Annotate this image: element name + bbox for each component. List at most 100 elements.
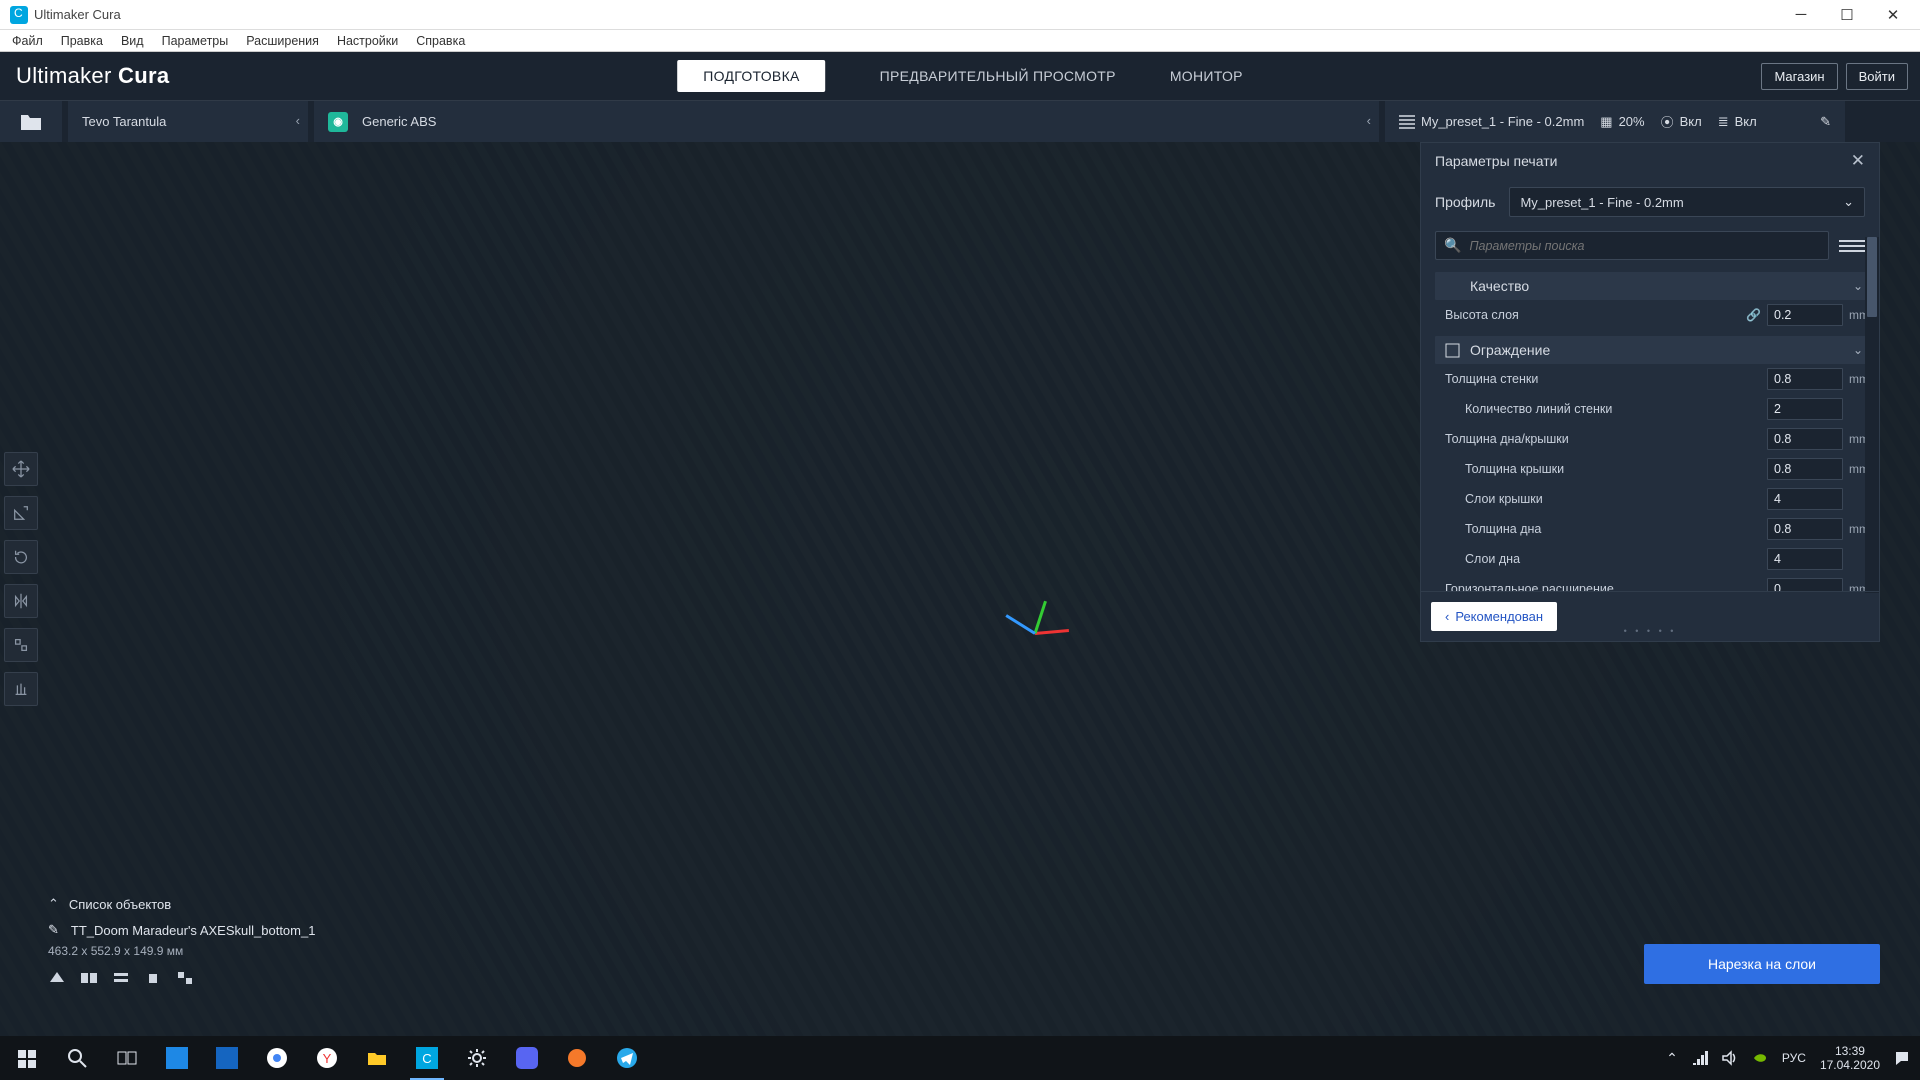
settings-visibility-button[interactable]: [1839, 231, 1865, 260]
settings-search[interactable]: 🔍: [1435, 231, 1829, 260]
tray-volume-icon[interactable]: [1722, 1050, 1738, 1066]
transform-toolbar: [4, 452, 38, 706]
object-list-panel: ⌃ Список объектов ✎ TT_Doom Maradeur's A…: [48, 896, 315, 986]
input-top-thickness[interactable]: [1767, 458, 1843, 480]
tray-notifications-icon[interactable]: [1894, 1050, 1910, 1066]
menu-extensions[interactable]: Расширения: [240, 32, 325, 50]
tool-per-model[interactable]: [4, 628, 38, 662]
viewport-3d[interactable]: ⌃ Список объектов ✎ TT_Doom Maradeur's A…: [0, 142, 1920, 1036]
taskbar-discord[interactable]: [504, 1036, 550, 1080]
search-icon: 🔍: [1444, 237, 1461, 254]
taskbar-blender[interactable]: [554, 1036, 600, 1080]
material-selector[interactable]: ◉ Generic ABS ‹: [314, 101, 1379, 142]
tray-network-icon[interactable]: [1692, 1050, 1708, 1066]
menu-edit[interactable]: Правка: [55, 32, 109, 50]
print-settings-summary[interactable]: My_preset_1 - Fine - 0.2mm ▦20% ⦿Вкл ≣Вк…: [1385, 101, 1845, 142]
taskbar-chrome[interactable]: [254, 1036, 300, 1080]
settings-scrollbar[interactable]: [1865, 237, 1879, 593]
input-horizontal-expansion[interactable]: [1767, 578, 1843, 591]
walls-icon: [1445, 343, 1460, 358]
signin-button[interactable]: Войти: [1846, 63, 1908, 90]
taskbar-app-1[interactable]: [154, 1036, 200, 1080]
link-icon[interactable]: 🔗: [1746, 308, 1761, 322]
taskbar-yandex[interactable]: Y: [304, 1036, 350, 1080]
object-list-header[interactable]: Список объектов: [69, 897, 171, 912]
taskbar-explorer[interactable]: [354, 1036, 400, 1080]
adhesion-icon: ≣: [1718, 114, 1729, 130]
print-settings-panel: Параметры печати ✕ Профиль My_preset_1 -…: [1420, 142, 1880, 642]
param-bottom-thickness: Толщина дна mm: [1435, 514, 1873, 544]
menu-help[interactable]: Справка: [410, 32, 471, 50]
taskbar-settings[interactable]: [454, 1036, 500, 1080]
input-wall-line-count[interactable]: [1767, 398, 1843, 420]
close-icon[interactable]: ✕: [1851, 151, 1865, 171]
param-horizontal-expansion: Горизонтальное расширение mm: [1435, 574, 1873, 591]
panel-resize-handle[interactable]: • • • • •: [1624, 626, 1677, 636]
profile-dropdown[interactable]: My_preset_1 - Fine - 0.2mm ⌄: [1509, 187, 1865, 217]
chevron-left-icon: ‹: [296, 113, 300, 128]
taskbar-cura[interactable]: C: [404, 1036, 450, 1080]
open-file-button[interactable]: [0, 101, 62, 142]
input-layer-height[interactable]: [1767, 304, 1843, 326]
taskbar-telegram[interactable]: [604, 1036, 650, 1080]
chevron-up-icon[interactable]: ⌃: [48, 896, 59, 912]
input-topbottom-thickness[interactable]: [1767, 428, 1843, 450]
tray-language[interactable]: РУС: [1782, 1051, 1806, 1065]
param-wall-thickness: Толщина стенки mm: [1435, 364, 1873, 394]
tray-nvidia-icon[interactable]: [1752, 1050, 1768, 1066]
stage-tabs: ПОДГОТОВКА ПРЕДВАРИТЕЛЬНЫЙ ПРОСМОТР МОНИ…: [677, 60, 1243, 92]
brand-logo: Ultimaker Cura: [16, 63, 169, 89]
slice-button[interactable]: Нарезка на слои: [1644, 944, 1880, 984]
chevron-down-icon: ⌄: [1853, 279, 1863, 293]
param-wall-line-count: Количество линий стенки: [1435, 394, 1873, 424]
view-layers-icon[interactable]: [112, 970, 130, 986]
category-quality[interactable]: Качество ⌄: [1435, 272, 1873, 300]
menu-file[interactable]: Файл: [6, 32, 49, 50]
scrollbar-thumb[interactable]: [1867, 237, 1877, 317]
tab-prepare[interactable]: ПОДГОТОВКА: [677, 60, 825, 92]
tool-scale[interactable]: [4, 496, 38, 530]
tool-move[interactable]: [4, 452, 38, 486]
input-top-layers[interactable]: [1767, 488, 1843, 510]
group-icon[interactable]: [176, 970, 194, 986]
window-maximize-button[interactable]: ☐: [1824, 0, 1870, 30]
taskbar-taskview[interactable]: [104, 1036, 150, 1080]
settings-search-input[interactable]: [1469, 239, 1820, 253]
tray-chevron-up-icon[interactable]: ⌃: [1666, 1050, 1678, 1067]
marketplace-button[interactable]: Магазин: [1761, 63, 1837, 90]
tool-rotate[interactable]: [4, 540, 38, 574]
printer-selector[interactable]: Tevo Tarantula ‹: [68, 101, 308, 142]
settings-list: Качество ⌄ Высота слоя 🔗 mm Ограждение ⌄…: [1421, 266, 1879, 591]
window-titlebar: Ultimaker Cura ─ ☐ ✕: [0, 0, 1920, 30]
view-solid-icon[interactable]: [48, 970, 66, 986]
tab-preview[interactable]: ПРЕДВАРИТЕЛЬНЫЙ ПРОСМОТР: [880, 60, 1116, 92]
taskbar-app-2[interactable]: [204, 1036, 250, 1080]
svg-text:C: C: [422, 1051, 431, 1066]
view-xray-icon[interactable]: [80, 970, 98, 986]
taskbar-start[interactable]: [4, 1036, 50, 1080]
category-walls[interactable]: Ограждение ⌄: [1435, 336, 1873, 364]
window-close-button[interactable]: ✕: [1870, 0, 1916, 30]
selected-object-name[interactable]: TT_Doom Maradeur's AXESkull_bottom_1: [71, 923, 316, 938]
taskbar-search[interactable]: [54, 1036, 100, 1080]
tool-mirror[interactable]: [4, 584, 38, 618]
object-dimensions: 463.2 x 552.9 x 149.9 мм: [48, 944, 315, 958]
menu-settings[interactable]: Параметры: [156, 32, 235, 50]
chevron-down-icon: ⌄: [1853, 343, 1863, 357]
input-bottom-layers[interactable]: [1767, 548, 1843, 570]
tray-clock[interactable]: 13:39 17.04.2020: [1820, 1044, 1880, 1072]
input-bottom-thickness[interactable]: [1767, 518, 1843, 540]
input-wall-thickness[interactable]: [1767, 368, 1843, 390]
window-minimize-button[interactable]: ─: [1778, 0, 1824, 30]
menu-preferences[interactable]: Настройки: [331, 32, 404, 50]
tool-support-blocker[interactable]: [4, 672, 38, 706]
pencil-icon[interactable]: ✎: [48, 922, 59, 938]
menu-view[interactable]: Вид: [115, 32, 150, 50]
tab-monitor[interactable]: МОНИТОР: [1170, 60, 1243, 92]
param-topbottom-thickness: Толщина дна/крышки mm: [1435, 424, 1873, 454]
recommended-mode-button[interactable]: ‹ Рекомендован: [1431, 602, 1557, 631]
settings-panel-title: Параметры печати: [1435, 153, 1557, 169]
param-top-layers: Слои крышки: [1435, 484, 1873, 514]
param-top-thickness: Толщина крышки mm: [1435, 454, 1873, 484]
arrange-icon[interactable]: [144, 970, 162, 986]
